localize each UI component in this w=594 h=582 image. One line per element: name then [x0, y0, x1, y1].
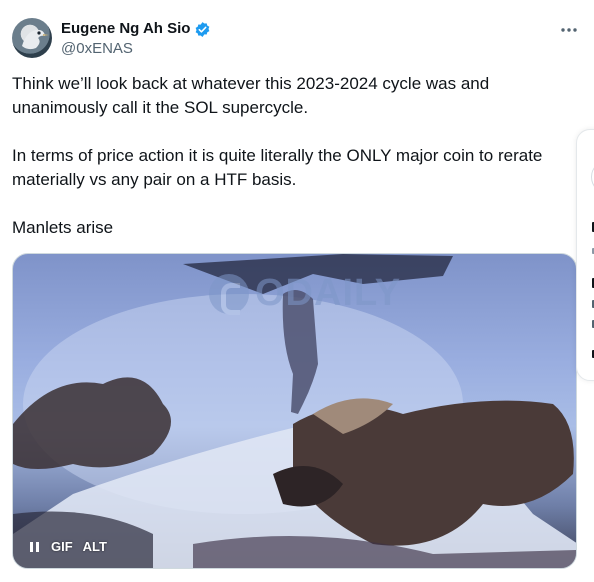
media-controls: GIF ALT — [27, 539, 107, 554]
name-row: Eugene Ng Ah Sio — [61, 19, 211, 39]
pause-icon[interactable] — [27, 540, 41, 554]
gif-badge[interactable]: GIF — [51, 539, 73, 554]
alt-badge[interactable]: ALT — [83, 539, 107, 554]
tweet-text: Think we’ll look back at whatever this 2… — [12, 72, 572, 240]
more-horizontal-icon[interactable] — [559, 20, 579, 40]
author-block: Eugene Ng Ah Sio @0xENAS — [61, 19, 211, 59]
verified-badge-icon — [194, 21, 211, 38]
tweet-paragraph: In terms of price action it is quite lit… — [12, 146, 543, 189]
side-card-peek[interactable] — [576, 129, 594, 381]
avatar[interactable] — [12, 18, 52, 58]
watermark-text: ODAILY — [255, 272, 402, 314]
author-handle[interactable]: @0xENAS — [61, 39, 211, 59]
gif-media[interactable]: ODAILY GIF ALT — [12, 253, 577, 569]
tweet: Eugene Ng Ah Sio @0xENAS Think we’ll loo… — [0, 0, 594, 582]
tweet-paragraph: Think we’ll look back at whatever this 2… — [12, 74, 490, 117]
tweet-paragraph: Manlets arise — [12, 218, 114, 237]
watermark: ODAILY — [209, 272, 401, 315]
avatar-image — [22, 29, 49, 50]
odaily-logo-icon — [209, 273, 249, 315]
author-name[interactable]: Eugene Ng Ah Sio — [61, 19, 190, 39]
